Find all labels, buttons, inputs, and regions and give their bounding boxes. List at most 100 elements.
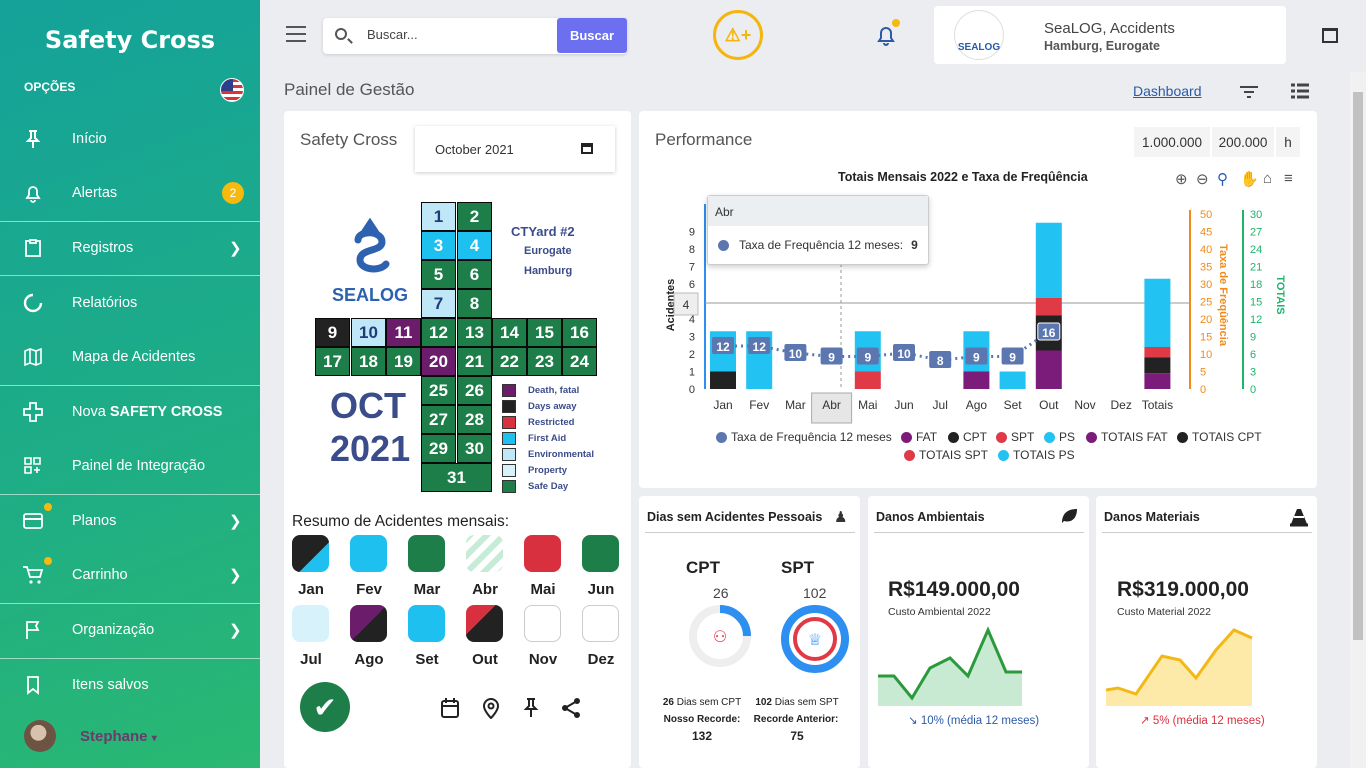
day-cell[interactable]: 5 [421,260,456,289]
chart-legend-item[interactable]: TOTAIS FAT [1086,430,1168,444]
scrollbar[interactable] [1350,72,1366,768]
y-right2-tick-label: 18 [1250,279,1262,291]
list-view-icon[interactable] [1291,83,1309,99]
day-cell[interactable]: 11 [386,318,421,347]
month-summary-box[interactable] [524,605,561,642]
calendar-icon[interactable] [440,697,460,719]
month-summary-box[interactable] [524,535,561,572]
calendar-icon[interactable] [581,143,593,154]
month-summary-box[interactable] [292,535,329,572]
filter-icon[interactable] [1240,85,1258,98]
month-summary-box[interactable] [466,605,503,642]
sidebar-item-planos[interactable]: Planos ❯ [0,494,260,548]
scrollbar-thumb[interactable] [1353,92,1363,640]
dashboard-link[interactable]: Dashboard [1133,83,1202,99]
sidebar-item-organizacao[interactable]: Organização ❯ [0,603,260,657]
sidebar-item-alertas[interactable]: Alertas 2 [0,166,260,220]
day-cell[interactable]: 29 [421,434,456,463]
report-icon [22,292,44,314]
bar-segment [1144,347,1171,358]
search-button[interactable]: Buscar [557,18,627,53]
legend-dot [998,449,1009,461]
window-maximize-icon[interactable] [1322,28,1338,43]
day-cell[interactable]: 19 [386,347,421,376]
avatar[interactable] [24,720,56,752]
chart-legend-item[interactable]: Taxa de Frequência 12 meses [716,430,892,444]
day-cell[interactable]: 15 [527,318,562,347]
zoom-in-icon[interactable]: ⊕ [1175,170,1188,188]
day-cell[interactable]: 22 [492,347,527,376]
home-reset-icon[interactable]: ⌂ [1263,170,1272,187]
day-cell[interactable]: 17 [315,347,350,376]
day-cell[interactable]: 26 [457,376,492,405]
add-warning-icon[interactable]: ⚠+ [713,10,763,60]
day-cell[interactable]: 20 [421,347,456,376]
day-cell[interactable]: 31 [421,463,492,492]
day-cell[interactable]: 6 [457,260,492,289]
day-cell[interactable]: 16 [562,318,597,347]
company-profile[interactable]: SEALOG SeaLOG, Accidents Hamburg, Euroga… [934,6,1286,64]
zoom-out-icon[interactable]: ⊖ [1196,170,1209,188]
day-cell[interactable]: 24 [562,347,597,376]
day-cell[interactable]: 7 [421,289,456,318]
sidebar-item-relatorios[interactable]: Relatórios [0,276,260,330]
day-cell[interactable]: 10 [351,318,386,347]
month-summary-box[interactable] [350,605,387,642]
month-summary-box[interactable] [582,605,619,642]
location-pin-icon[interactable] [481,697,501,720]
confirm-check-button[interactable]: ✔ [300,682,350,732]
bar-segment [1035,298,1062,316]
day-cell[interactable]: 1 [421,202,456,231]
day-cell[interactable]: 8 [457,289,492,318]
month-summary-box[interactable] [292,605,329,642]
share-icon[interactable] [561,697,581,719]
hamburger-menu-icon[interactable] [286,26,306,42]
chart-legend-item[interactable]: TOTAIS PS [998,448,1075,462]
chart-legend-item[interactable]: TOTAIS SPT [904,448,988,462]
day-cell[interactable]: 27 [421,405,456,434]
hours-input-1[interactable]: 1.000.000 [1134,127,1210,157]
language-flag-icon[interactable] [220,78,244,102]
user-menu[interactable]: Stephane ▾ [80,728,157,745]
month-summary-box[interactable] [408,535,445,572]
sidebar-item-mapa[interactable]: Mapa de Acidentes [0,330,260,384]
day-cell[interactable]: 13 [457,318,492,347]
day-cell[interactable]: 28 [457,405,492,434]
day-cell[interactable]: 18 [351,347,386,376]
sidebar-item-itens-salvos[interactable]: Itens salvos [0,658,260,712]
pan-hand-icon[interactable]: ✋ [1240,170,1259,188]
chart-legend-item[interactable]: FAT [901,430,937,444]
company-logo: SEALOG [954,10,1004,60]
month-summary-box[interactable] [408,605,445,642]
month-summary-box[interactable] [350,535,387,572]
day-cell[interactable]: 4 [457,231,492,260]
day-cell[interactable]: 3 [421,231,456,260]
zoom-select-icon[interactable]: ⚲ [1217,170,1228,188]
sidebar-item-painel-integracao[interactable]: Painel de Integração [0,439,260,493]
day-cell[interactable]: 12 [421,318,456,347]
day-cell[interactable]: 9 [315,318,350,347]
notifications-bell-icon[interactable] [875,19,900,48]
rate-point-label: 12 [753,340,767,354]
day-cell[interactable]: 2 [457,202,492,231]
pin-icon[interactable] [521,697,541,719]
day-cell[interactable]: 23 [527,347,562,376]
day-cell[interactable]: 25 [421,376,456,405]
month-summary-box[interactable] [582,535,619,572]
sidebar-item-nova-safety-cross[interactable]: Nova SAFETY CROSS [0,385,260,439]
day-cell[interactable]: 30 [457,434,492,463]
day-cell[interactable]: 21 [457,347,492,376]
chart-legend-item[interactable]: TOTAIS CPT [1177,430,1262,444]
sidebar-item-inicio[interactable]: Início [0,112,260,166]
sidebar-item-carrinho[interactable]: Carrinho ❯ [0,548,260,602]
month-summary-box[interactable] [466,535,503,572]
sidebar-item-registros[interactable]: Registros ❯ [0,221,260,275]
hours-input-2[interactable]: 200.000 [1212,127,1274,157]
day-cell[interactable]: 14 [492,318,527,347]
chart-legend-item[interactable]: CPT [948,430,987,444]
chart-legend-item[interactable]: PS [1044,430,1075,444]
chart-legend-item[interactable]: SPT [996,430,1034,444]
month-picker[interactable]: October 2021 [415,126,615,172]
search-input[interactable] [367,27,547,42]
chart-menu-icon[interactable]: ≡ [1284,170,1293,187]
